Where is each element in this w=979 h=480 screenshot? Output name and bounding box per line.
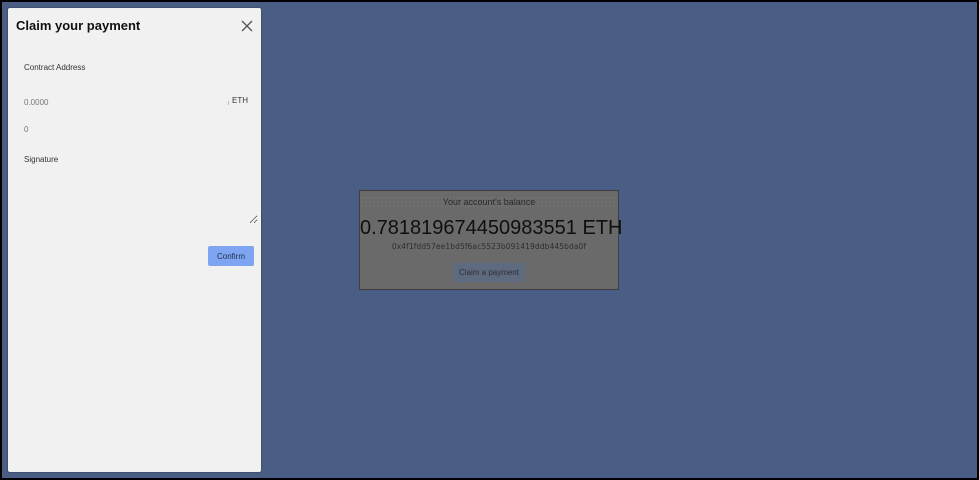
nonce-input[interactable] [22,121,126,137]
balance-caption: Your account's balance [360,196,618,208]
confirm-button[interactable]: Confirm [208,246,254,266]
signature-label: Signature [24,155,59,164]
balance-card: Your account's balance 0.781819674450983… [359,190,623,290]
amount-input[interactable] [22,93,226,111]
contract-address-input[interactable] [22,75,254,93]
drawer-title: Claim your payment [16,18,141,33]
close-icon[interactable] [240,19,254,33]
claim-payment-drawer: Claim your payment Contract Address ETH … [8,8,261,472]
amount-unit-label: ETH [232,96,248,105]
contract-address-label: Contract Address [24,63,86,72]
signature-textarea[interactable] [22,168,258,224]
claim-payment-button[interactable]: Claim a payment [452,263,526,282]
unit-divider [228,101,229,105]
app-window: Your account's balance 0.781819674450983… [2,2,977,478]
balance-amount: 0.781819674450983551 ETH [360,217,623,239]
account-address: 0x4f1fdd57ee1bd5f6ac5523b091419ddb445bda… [391,242,587,251]
